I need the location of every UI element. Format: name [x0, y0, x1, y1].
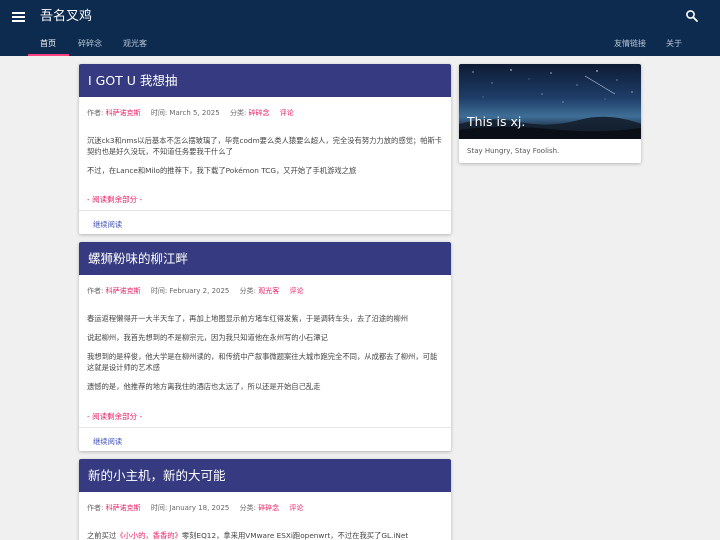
- author-label: 作者:: [87, 287, 104, 295]
- post-date: January 18, 2025: [169, 504, 230, 512]
- inline-post-link[interactable]: 《小小的，香香的》: [116, 531, 182, 540]
- time-label: 时间:: [150, 504, 168, 512]
- author-link[interactable]: 科萨诺克斯: [106, 504, 141, 512]
- tab-home[interactable]: 首页: [28, 37, 69, 56]
- post-card: 新的小主机，新的大可能 作者: 科萨诺克斯 时间: January 18, 20…: [79, 459, 451, 540]
- paragraph: 不过，在Lance和Milo的推荐下，我下载了Pokémon TCG，又开始了手…: [87, 166, 357, 175]
- post-title[interactable]: I GOT U 我想抽: [79, 64, 451, 97]
- read-more-link[interactable]: - 阅读剩余部分 -: [87, 195, 142, 204]
- sidebar-title: This is xj.: [467, 114, 526, 129]
- category-label: 分类:: [239, 287, 256, 295]
- read-more-link[interactable]: - 阅读剩余部分 -: [87, 412, 142, 421]
- post-meta: 作者: 科萨诺克斯 时间: January 18, 2025 分类: 碎碎念 评…: [79, 492, 451, 522]
- post-meta: 作者: 科萨诺克斯 时间: February 2, 2025 分类: 观光客 评…: [79, 275, 451, 305]
- post-date: March 5, 2025: [169, 109, 220, 117]
- sidebar-profile-card: This is xj. Stay Hungry, Stay Foolish.: [459, 64, 641, 163]
- category-label: 分类:: [239, 504, 256, 512]
- paragraph: 遗憾的是，他推荐的地方离我住的酒店也太远了，所以还是开始自己乱走: [87, 382, 321, 391]
- paragraph: 沉迷ck3和nms以后基本不怎么摆玻璃了，毕竟codm要么类人猿要么超人，完全没…: [87, 136, 443, 156]
- time-label: 时间:: [150, 287, 168, 295]
- post-card: 螺狮粉味的柳江畔 作者: 科萨诺克斯 时间: February 2, 2025 …: [79, 242, 451, 451]
- post-card: I GOT U 我想抽 作者: 科萨诺克斯 时间: March 5, 2025 …: [79, 64, 451, 234]
- post-title[interactable]: 螺狮粉味的柳江畔: [79, 242, 451, 275]
- site-title[interactable]: 吾名叉鸡: [40, 8, 92, 25]
- category-link[interactable]: 观光客: [258, 287, 279, 295]
- paragraph: 春运返程懒得开一大半天车了，再加上地图显示前方堵车红得发紫，于是调转车头，去了沿…: [87, 314, 409, 323]
- post-meta: 作者: 科萨诺克斯 时间: March 5, 2025 分类: 碎碎念 评论: [79, 97, 451, 127]
- tab-tourist[interactable]: 观光客: [123, 37, 147, 56]
- time-label: 时间:: [150, 109, 168, 117]
- category-label: 分类:: [229, 109, 247, 117]
- read-more-row: - 阅读剩余部分 -: [79, 188, 451, 210]
- continue-reading-button[interactable]: 继续阅读: [93, 437, 122, 446]
- night-sky-banner-image: This is xj.: [459, 64, 641, 139]
- paragraph-text: 零刻EQ12，拿来用VMware ESXi跑openwrt，不过在我买了GL.i…: [181, 531, 409, 540]
- sidebar-subtitle: Stay Hungry, Stay Foolish.: [467, 147, 560, 155]
- paragraph-text: 之前买过: [87, 531, 117, 540]
- menu-icon[interactable]: [10, 8, 28, 26]
- card-footer: 继续阅读: [79, 427, 451, 451]
- author-link[interactable]: 科萨诺克斯: [106, 287, 141, 295]
- comments-link[interactable]: 评论: [289, 504, 303, 512]
- paragraph: 我想到的是梓俊，他大学是在柳州读的，和传统中产叙事微题案往大城市跑完全不同，从成…: [87, 352, 438, 372]
- card-footer: 继续阅读: [79, 210, 451, 234]
- author-label: 作者:: [87, 109, 104, 117]
- tab-murmurs[interactable]: 碎碎念: [78, 37, 102, 56]
- author-link[interactable]: 科萨诺克斯: [106, 109, 141, 117]
- paragraph: 说起柳州，我首先想到的不是柳宗元，因为我只知道他在永州写的小石潭记: [87, 333, 328, 342]
- post-excerpt: 之前买过《小小的，香香的》零刻EQ12，拿来用VMware ESXi跑openw…: [79, 530, 451, 540]
- search-icon[interactable]: [684, 8, 700, 24]
- author-label: 作者:: [87, 504, 104, 512]
- category-link[interactable]: 碎碎念: [258, 504, 279, 512]
- post-title[interactable]: 新的小主机，新的大可能: [79, 459, 451, 492]
- comments-link[interactable]: 评论: [289, 287, 303, 295]
- comments-link[interactable]: 评论: [280, 109, 294, 117]
- continue-reading-button[interactable]: 继续阅读: [93, 220, 122, 229]
- post-excerpt: 沉迷ck3和nms以后基本不怎么摆玻璃了，毕竟codm要么类人猿要么超人，完全没…: [79, 135, 451, 188]
- post-excerpt: 春运返程懒得开一大半天车了，再加上地图显示前方堵车红得发紫，于是调转车头，去了沿…: [79, 313, 451, 405]
- tab-friend-links[interactable]: 友情链接: [614, 37, 646, 56]
- category-link[interactable]: 碎碎念: [249, 109, 270, 117]
- top-app-bar: 吾名叉鸡 首页 碎碎念 观光客 友情链接 关于: [0, 0, 720, 56]
- tab-about[interactable]: 关于: [666, 37, 682, 56]
- read-more-row: - 阅读剩余部分 -: [79, 405, 451, 427]
- post-date: February 2, 2025: [169, 287, 230, 295]
- paragraph: 之前买过《小小的，香香的》零刻EQ12，拿来用VMware ESXi跑openw…: [87, 530, 443, 540]
